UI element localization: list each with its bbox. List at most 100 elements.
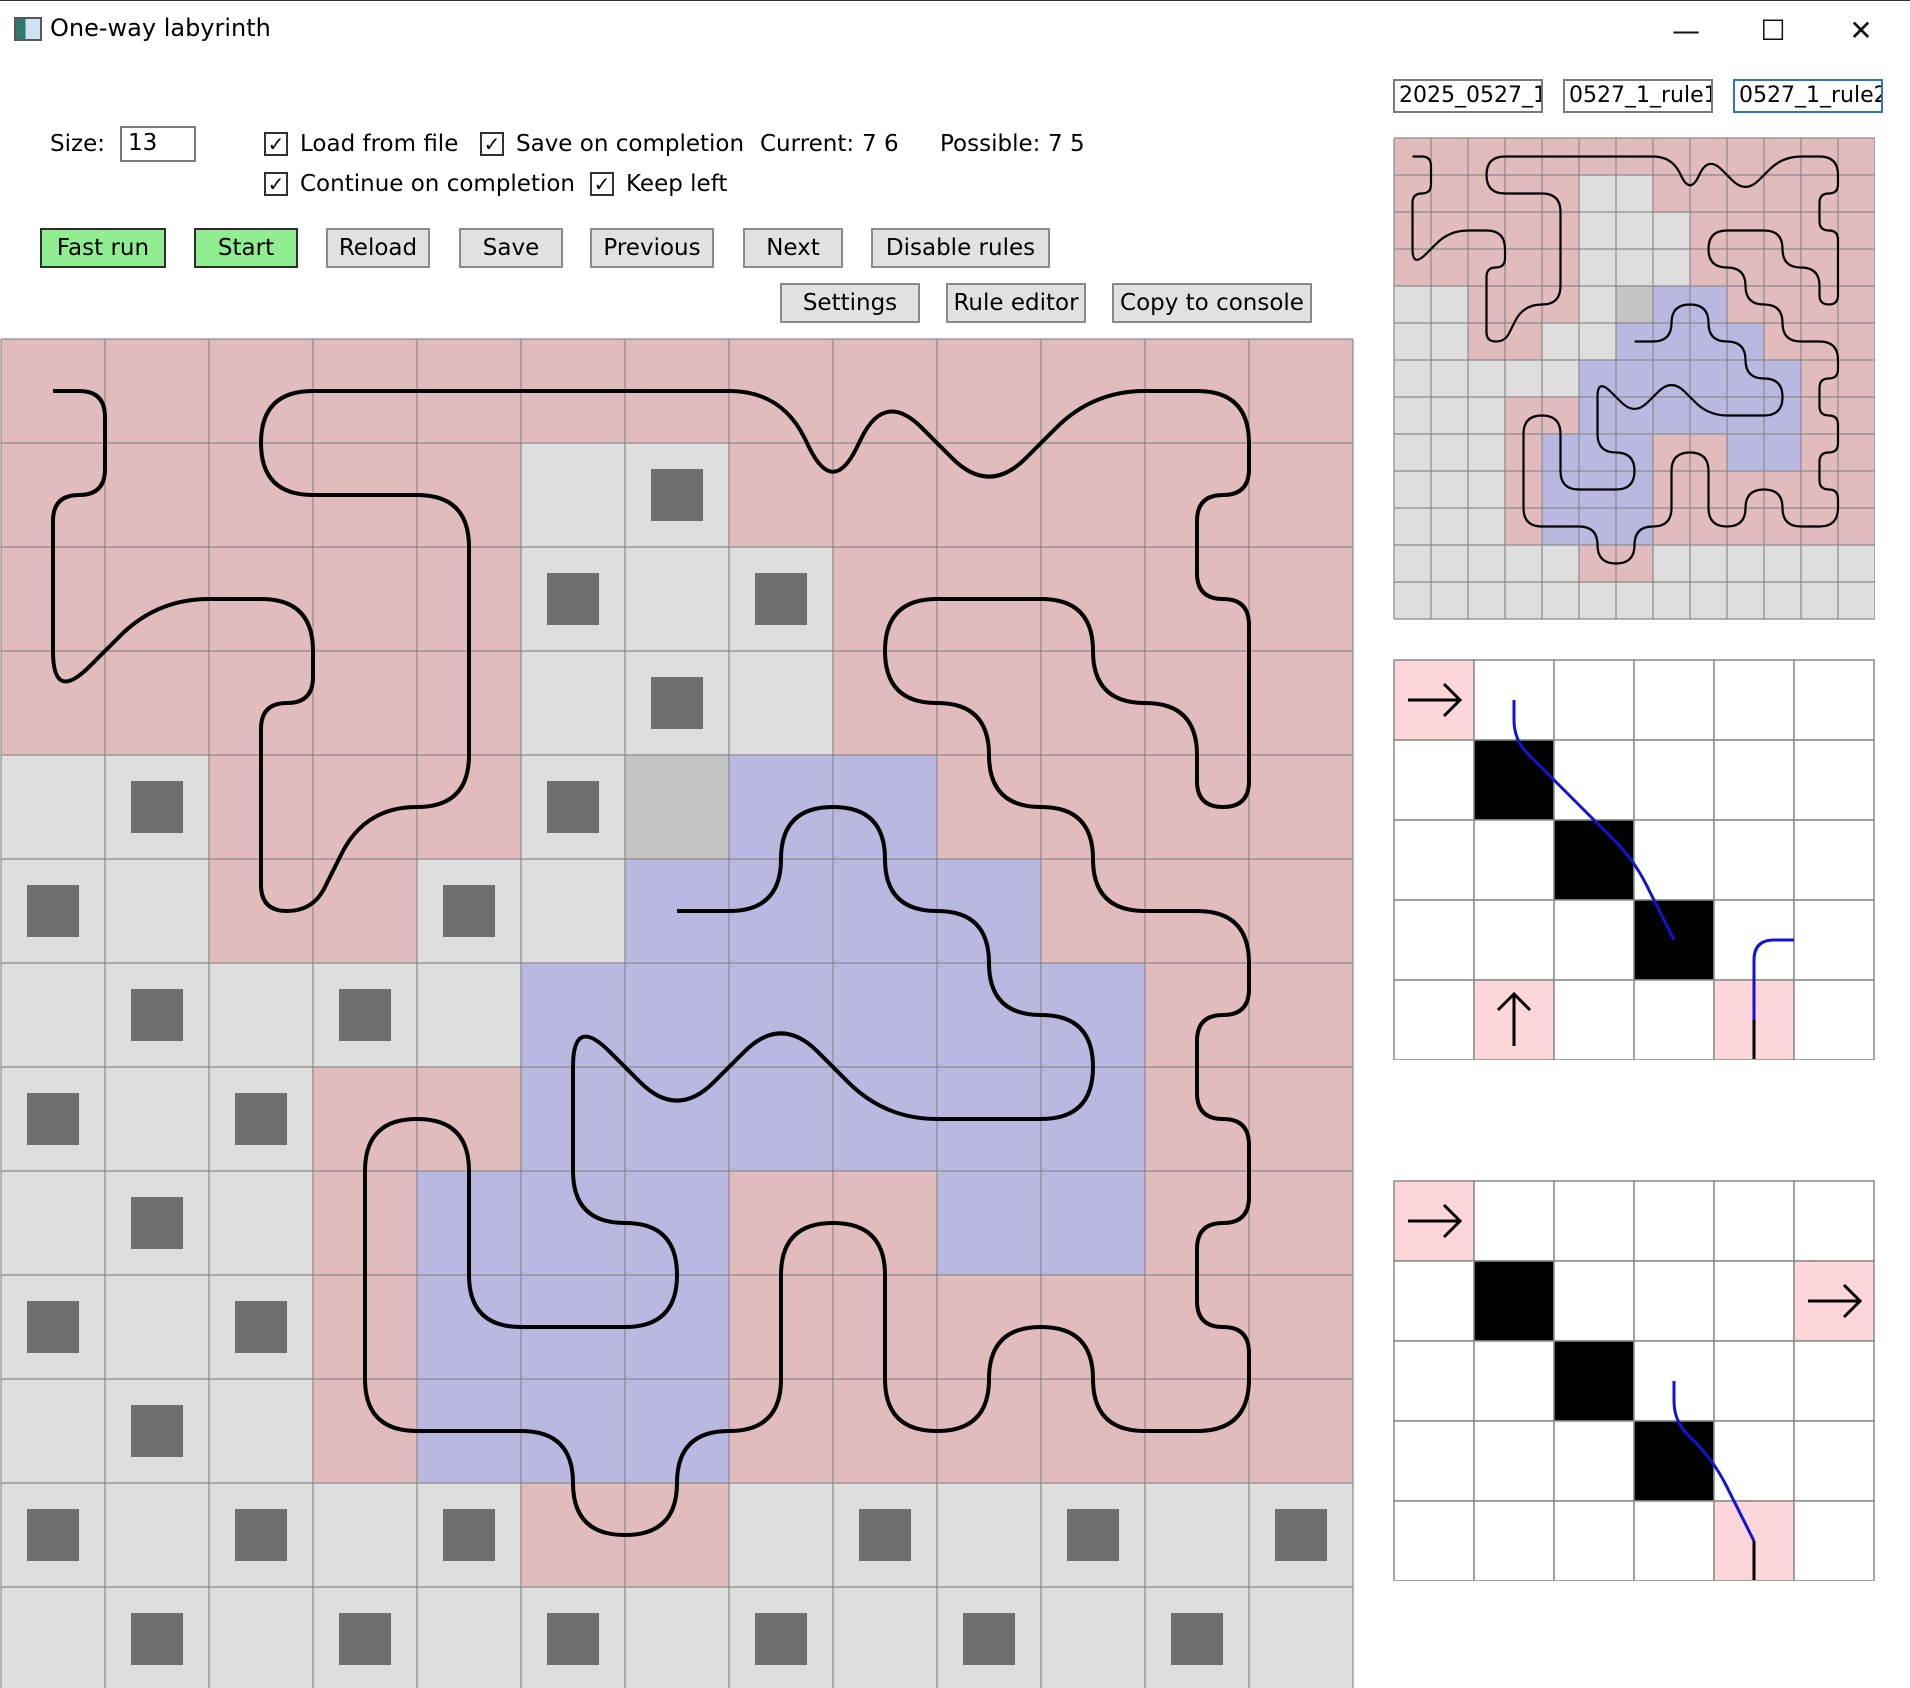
grid-cell[interactable] [105, 859, 209, 963]
grid-cell[interactable] [1249, 443, 1353, 547]
grid-cell[interactable] [417, 963, 521, 1067]
grid-cell[interactable] [1249, 1379, 1353, 1483]
rule-cell[interactable] [1393, 1420, 1475, 1502]
minimize-icon[interactable]: — [1646, 5, 1726, 55]
grid-cell[interactable] [1394, 323, 1431, 360]
grid-cell[interactable] [313, 547, 417, 651]
rule-editor-button[interactable]: Rule editor [946, 283, 1086, 323]
rule-cell[interactable] [1473, 899, 1555, 981]
grid-cell[interactable] [209, 1587, 313, 1688]
grid-cell[interactable] [1468, 508, 1505, 545]
rule-cell[interactable] [1473, 1420, 1555, 1502]
labyrinth-grid[interactable] [0, 338, 1354, 1688]
grid-cell[interactable] [1801, 582, 1838, 619]
grid-cell[interactable] [1431, 508, 1468, 545]
grid-cell[interactable] [1579, 175, 1616, 212]
grid-cell[interactable] [937, 1483, 1041, 1587]
rule2-file-field[interactable]: 0527_1_rule2 [1733, 79, 1883, 113]
grid-cell[interactable] [1249, 963, 1353, 1067]
grid-cell[interactable] [1616, 175, 1653, 212]
rule-cell[interactable] [1713, 659, 1795, 741]
grid-cell[interactable] [1394, 545, 1431, 582]
rule-cell[interactable] [1633, 1260, 1715, 1342]
load-from-file-label[interactable]: Load from file [300, 131, 458, 157]
grid-cell[interactable] [313, 651, 417, 755]
grid-cell[interactable] [1394, 508, 1431, 545]
grid-cell[interactable] [1468, 397, 1505, 434]
rule-cell[interactable] [1553, 739, 1635, 821]
grid-cell[interactable] [1838, 286, 1875, 323]
next-button[interactable]: Next [743, 228, 843, 268]
continue-on-completion-checkbox[interactable]: ✓ [264, 172, 288, 196]
disable-rules-button[interactable]: Disable rules [871, 228, 1050, 268]
start-button[interactable]: Start [194, 228, 298, 268]
continue-on-completion-label[interactable]: Continue on completion [300, 171, 575, 197]
grid-cell[interactable] [1431, 249, 1468, 286]
grid-cell[interactable] [1690, 360, 1727, 397]
grid-cell[interactable] [1, 1379, 105, 1483]
grid-cell[interactable] [1579, 212, 1616, 249]
rule-cell[interactable] [1633, 1500, 1715, 1581]
grid-cell[interactable] [1249, 859, 1353, 963]
rule-cell[interactable] [1633, 979, 1715, 1060]
rule-cell[interactable] [1393, 1340, 1475, 1422]
save-on-completion-label[interactable]: Save on completion [516, 131, 744, 157]
grid-cell[interactable] [209, 1379, 313, 1483]
grid-cell[interactable] [1505, 212, 1542, 249]
grid-cell[interactable] [1468, 545, 1505, 582]
grid-cell[interactable] [1431, 323, 1468, 360]
rule-cell[interactable] [1633, 1180, 1715, 1262]
grid-cell[interactable] [1653, 582, 1690, 619]
grid-cell[interactable] [1616, 286, 1653, 323]
rule-cell[interactable] [1553, 1420, 1635, 1502]
grid-cell[interactable] [209, 1171, 313, 1275]
grid-cell[interactable] [1394, 286, 1431, 323]
grid-cell[interactable] [1431, 360, 1468, 397]
rule-cell[interactable] [1793, 1340, 1875, 1422]
rule-cell[interactable] [1713, 819, 1795, 901]
rule-cell[interactable] [1393, 819, 1475, 901]
rule-cell[interactable] [1713, 1340, 1795, 1422]
grid-cell[interactable] [625, 1587, 729, 1688]
grid-cell[interactable] [1542, 582, 1579, 619]
close-icon[interactable]: ✕ [1821, 5, 1901, 55]
rule-cell[interactable] [1633, 819, 1715, 901]
size-input[interactable]: 13 [120, 126, 196, 162]
grid-cell[interactable] [1431, 138, 1468, 175]
grid-cell[interactable] [1838, 360, 1875, 397]
rule-cell[interactable] [1393, 1260, 1475, 1342]
grid-cell[interactable] [1838, 212, 1875, 249]
grid-cell[interactable] [1431, 545, 1468, 582]
grid-cell[interactable] [1431, 286, 1468, 323]
rule-cell[interactable] [1473, 819, 1555, 901]
keep-left-checkbox[interactable]: ✓ [590, 172, 614, 196]
grid-cell[interactable] [729, 1483, 833, 1587]
grid-cell[interactable] [625, 755, 729, 859]
file-name-field[interactable]: 2025_0527_1 [1393, 79, 1543, 113]
grid-cell[interactable] [1249, 651, 1353, 755]
grid-cell[interactable] [1653, 397, 1690, 434]
load-from-file-checkbox[interactable]: ✓ [264, 132, 288, 156]
grid-cell[interactable] [1249, 755, 1353, 859]
grid-cell[interactable] [1394, 582, 1431, 619]
grid-cell[interactable] [1249, 547, 1353, 651]
settings-button[interactable]: Settings [780, 283, 920, 323]
rule-cell[interactable] [1553, 979, 1635, 1060]
grid-cell[interactable] [1838, 508, 1875, 545]
grid-cell[interactable] [1249, 1067, 1353, 1171]
rule1-file-field[interactable]: 0527_1_rule1 [1563, 79, 1713, 113]
grid-cell[interactable] [1041, 1171, 1145, 1275]
grid-cell[interactable] [1764, 434, 1801, 471]
copy-to-console-button[interactable]: Copy to console [1112, 283, 1312, 323]
grid-cell[interactable] [1838, 397, 1875, 434]
grid-cell[interactable] [1764, 545, 1801, 582]
grid-cell[interactable] [625, 963, 729, 1067]
grid-cell[interactable] [1838, 545, 1875, 582]
grid-cell[interactable] [1, 1587, 105, 1688]
fast-run-button[interactable]: Fast run [40, 228, 166, 268]
rule-cell[interactable] [1633, 739, 1715, 821]
grid-cell[interactable] [1, 963, 105, 1067]
rule-cell[interactable] [1793, 1180, 1875, 1262]
rule-cell[interactable] [1553, 1180, 1635, 1262]
grid-cell[interactable] [1579, 249, 1616, 286]
